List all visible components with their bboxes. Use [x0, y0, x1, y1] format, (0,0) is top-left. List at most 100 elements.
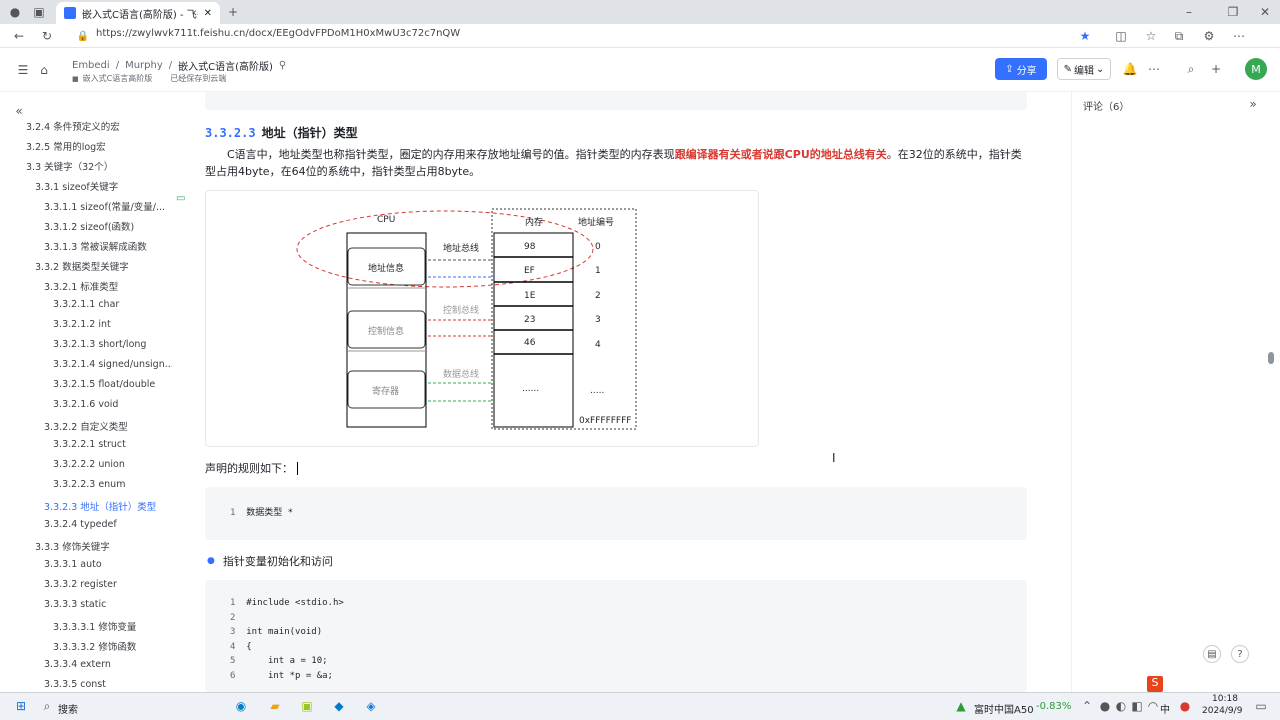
pin-icon[interactable]: ⚲: [279, 60, 286, 71]
last-address: 0xFFFFFFFF: [579, 416, 632, 426]
doc-tools-icon[interactable]: ▤: [1203, 645, 1221, 663]
toc-item[interactable]: 3.2.4 条件预定义的宏: [26, 119, 120, 133]
avatar[interactable]: M: [1245, 58, 1267, 80]
vscode-icon[interactable]: ◆: [330, 697, 348, 715]
toc-item[interactable]: 3.3.2.4 typedef: [44, 519, 117, 530]
ime-indicator[interactable]: 中: [1160, 701, 1170, 716]
toc-item[interactable]: 3.3.3.2 register: [44, 579, 117, 590]
code-line: 3 int main(void): [230, 627, 323, 638]
search-icon[interactable]: ⌕: [1182, 60, 1200, 78]
taskbar-search-icon[interactable]: ⌕: [38, 697, 56, 715]
restore-icon[interactable]: ❐: [1224, 3, 1242, 21]
toc-item[interactable]: 3.3.3.3.1 修饰变量: [53, 619, 136, 633]
code-block-main[interactable]: 1 #include <stdio.h> 2 3 int main(void) 4 …: [205, 580, 1027, 692]
collapse-sidebar-icon[interactable]: «: [10, 102, 28, 120]
edge-icon[interactable]: ◉: [232, 697, 250, 715]
edit-mode-button[interactable]: ✎ 编辑 ⌄: [1057, 58, 1111, 80]
bus-label: 数据总线: [443, 370, 480, 380]
bell-icon[interactable]: 🔔: [1121, 60, 1139, 78]
toc-item[interactable]: 3.3.2.2.3 enum: [53, 479, 125, 490]
toc-item[interactable]: 3.3.2.1.1 char: [53, 299, 119, 310]
favorite-star-icon[interactable]: ★: [1076, 27, 1094, 45]
windows-start-icon[interactable]: ⊞: [12, 697, 30, 715]
toc-item[interactable]: 3.3.3.4 extern: [44, 659, 111, 670]
profile-icon[interactable]: ●: [6, 3, 24, 21]
workspaces-icon[interactable]: ▣: [30, 3, 48, 21]
toc-sidebar: « 3.2.4 条件预定义的宏 3.2.5 常用的log宏 3.3 关键字（32个）…: [0, 92, 172, 692]
new-tab-icon[interactable]: +: [224, 3, 242, 21]
toc-item[interactable]: 3.3.2.2.2 union: [53, 459, 125, 470]
toc-item[interactable]: 3.3.2 数据类型关键字: [35, 259, 129, 273]
favorites-icon[interactable]: ☆: [1142, 27, 1160, 45]
breadcrumb-item[interactable]: Murphy: [125, 60, 163, 71]
toc-item[interactable]: 3.3.2.1.5 float/double: [53, 379, 155, 390]
code-line: 5 int a = 10;: [230, 656, 328, 667]
app-icon[interactable]: ▣: [298, 697, 316, 715]
rule-text[interactable]: 声明的规则如下：: [205, 460, 298, 476]
lock-icon[interactable]: 🔒: [74, 27, 92, 45]
more-options-icon[interactable]: ⋯: [1145, 60, 1163, 78]
toc-item[interactable]: 3.3.3.5 const: [44, 679, 106, 690]
toc-item[interactable]: 3.3.2.1.3 short/long: [53, 339, 146, 350]
taskbar-search-label[interactable]: 搜索: [58, 701, 78, 716]
ime-sogou-icon[interactable]: S: [1147, 676, 1163, 692]
tray-icon[interactable]: ●: [1176, 697, 1194, 715]
bullet-item: ● 指针变量初始化和访问: [207, 553, 333, 569]
toc-item[interactable]: 3.3.1.1 sizeof(常量/变量/...: [44, 199, 165, 213]
app-icon[interactable]: ◈: [362, 697, 380, 715]
url-text[interactable]: https://zwylwvk711t.feishu.cn/docx/EEgOd…: [96, 28, 460, 39]
toc-item[interactable]: 3.3.2.3 地址（指针）类型: [44, 499, 156, 513]
add-icon[interactable]: +: [1207, 60, 1225, 78]
memory-cell: 98: [524, 242, 536, 252]
toc-item[interactable]: 3.3 关键字（32个）: [26, 159, 113, 173]
parent-folder[interactable]: 嵌入式C语言高阶版: [83, 73, 153, 84]
toc-item[interactable]: 3.3.3.1 auto: [44, 559, 102, 570]
collapse-comments-icon[interactable]: »: [1244, 95, 1262, 113]
more-icon[interactable]: ⋯: [1230, 27, 1248, 45]
address-number: .....: [590, 386, 605, 396]
toc-item[interactable]: 3.3.2.1.4 signed/unsign...: [53, 359, 172, 370]
toc-item[interactable]: 3.3.3 修饰关键字: [35, 539, 110, 553]
code-line: 4 {: [230, 641, 252, 652]
split-screen-icon[interactable]: ◫: [1112, 27, 1130, 45]
toc-item[interactable]: 3.3.3.3 static: [44, 599, 106, 610]
toc-item[interactable]: 3.3.2.2.1 struct: [53, 439, 126, 450]
toc-item[interactable]: 3.3.1 sizeof关键字: [35, 179, 118, 193]
toc-item[interactable]: 3.3.2.2 自定义类型: [44, 419, 128, 433]
breadcrumb-current[interactable]: 嵌入式C语言(高阶版): [178, 58, 273, 73]
text-cursor-icon: I: [832, 451, 836, 465]
comments-count: 评论（6）: [1083, 102, 1130, 113]
share-button[interactable]: ⇪ 分享: [995, 58, 1047, 80]
toc-item[interactable]: 3.3.2.1.2 int: [53, 319, 111, 330]
breadcrumb-item[interactable]: Embedi: [72, 60, 110, 71]
toc-item[interactable]: 3.3.3.3.2 修饰函数: [53, 639, 136, 653]
minimize-icon[interactable]: –: [1180, 3, 1198, 21]
home-icon[interactable]: ⌂: [35, 61, 53, 79]
toc-item[interactable]: 3.3.2.1.6 void: [53, 399, 118, 410]
toc-item[interactable]: 3.3.1.3 常被误解成函数: [44, 239, 147, 253]
menu-toggle-icon[interactable]: ☰: [14, 61, 32, 79]
extensions-icon[interactable]: ⚙: [1200, 27, 1218, 45]
close-window-icon[interactable]: ✕: [1256, 3, 1274, 21]
clock-date[interactable]: 2024/9/9: [1202, 706, 1242, 716]
file-explorer-icon[interactable]: ▰: [266, 697, 284, 715]
address-number: 2: [595, 291, 601, 301]
refresh-icon[interactable]: ↻: [38, 27, 56, 45]
comment-add-icon[interactable]: ▭: [176, 193, 185, 204]
chevron-down-icon: ⌄: [1096, 63, 1105, 75]
code-block-declaration[interactable]: 1 数据类型 *: [205, 487, 1027, 540]
address-number: 1: [595, 266, 601, 276]
toc-item[interactable]: 3.3.1.2 sizeof(函数): [44, 219, 134, 233]
clock-time[interactable]: 10:18: [1212, 694, 1238, 704]
notification-icon[interactable]: ▭: [1252, 697, 1270, 715]
toc-item[interactable]: 3.2.5 常用的log宏: [26, 139, 106, 153]
tray-arrow-icon[interactable]: ⌃: [1078, 697, 1096, 715]
browser-tab[interactable]: 嵌入式C语言(高阶版) - 飞书云文档 ✕: [56, 2, 220, 24]
collections-icon[interactable]: ⧉: [1170, 27, 1188, 45]
help-icon[interactable]: ?: [1231, 645, 1249, 663]
toc-item[interactable]: 3.3.2.1 标准类型: [44, 279, 118, 293]
stock-name[interactable]: 富时中国A50: [974, 701, 1034, 716]
close-tab-icon[interactable]: ✕: [204, 8, 212, 19]
back-icon[interactable]: ←: [10, 27, 28, 45]
memory-cell: ......: [522, 384, 540, 394]
